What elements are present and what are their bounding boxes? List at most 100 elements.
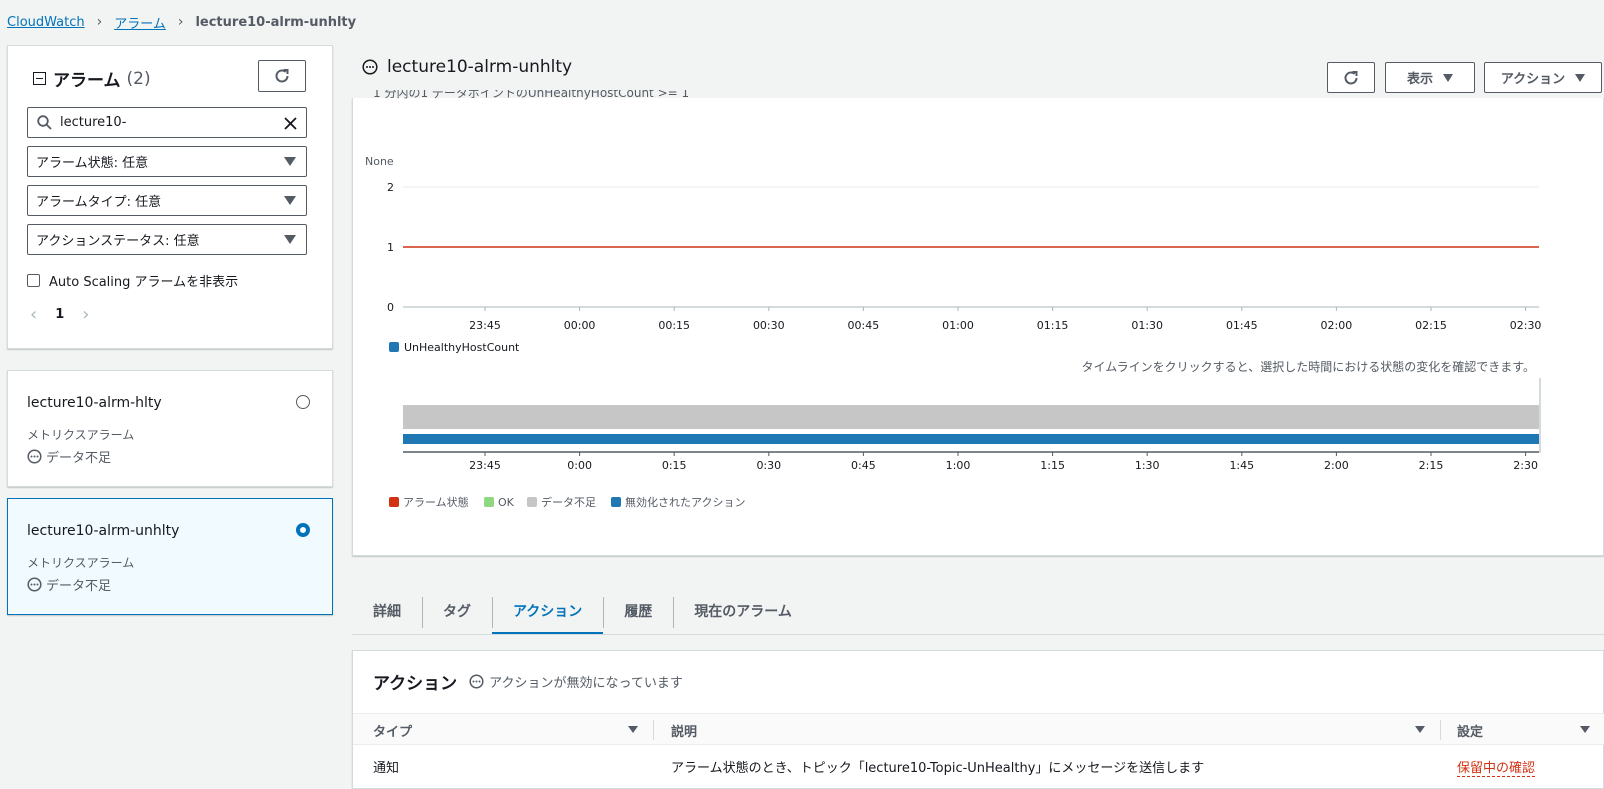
column-header-description[interactable]: 説明: [671, 714, 697, 746]
search-input[interactable]: lecture10-: [27, 107, 307, 138]
tab-history[interactable]: 履歴: [603, 588, 673, 634]
tab-actions[interactable]: アクション: [492, 588, 604, 635]
alarm-select-radio[interactable]: [296, 395, 310, 409]
sort-icon[interactable]: [628, 726, 638, 733]
alarm-name: lecture10-alrm-hlty: [27, 395, 162, 411]
insufficient-data-icon: [27, 449, 42, 464]
sort-icon[interactable]: [1415, 726, 1425, 733]
hide-autoscaling-label: Auto Scaling アラームを非表示: [49, 275, 239, 290]
column-header-type[interactable]: タイプ: [373, 714, 412, 746]
timeline-tick-label: 1:45: [1229, 459, 1254, 472]
timeline-tick-label: 0:15: [662, 459, 687, 472]
legend-swatch: [389, 342, 399, 352]
actions-title: アクション: [373, 674, 458, 694]
caret-down-icon: [1443, 73, 1453, 82]
alarm-state-text: データ不足: [46, 579, 112, 594]
current-page[interactable]: 1: [55, 307, 64, 322]
alarm-state: データ不足: [27, 447, 111, 466]
clear-search-icon[interactable]: [283, 116, 298, 131]
alarm-name: lecture10-alrm-unhlty: [27, 523, 180, 539]
alarm-card-unhlty[interactable]: lecture10-alrm-unhlty メトリクスアラーム データ不足: [7, 498, 333, 615]
column-header-config[interactable]: 設定: [1457, 714, 1483, 746]
refresh-detail-button[interactable]: [1327, 62, 1375, 93]
timeline-note: タイムラインをクリックすると、選択した時間における状態の変化を確認できます。: [1082, 359, 1535, 374]
timeline-track-actions-disabled: [403, 434, 1539, 444]
search-value: lecture10-: [60, 115, 127, 130]
timeline-tick-label: 2:30: [1513, 459, 1538, 472]
hide-autoscaling-option: Auto Scaling アラームを非表示: [27, 271, 238, 290]
alarm-list-title-text: アラーム: [53, 71, 121, 91]
alarm-state: データ不足: [27, 575, 111, 594]
state-legend-swatch: [484, 497, 494, 507]
alarm-count: (2): [126, 68, 151, 89]
refresh-icon: [1344, 70, 1358, 84]
alarm-card-hlty[interactable]: lecture10-alrm-hlty メトリクスアラーム データ不足: [7, 370, 333, 487]
actions-status: アクションが無効になっています: [469, 672, 683, 691]
timeline-tick-label: 0:00: [567, 459, 592, 472]
refresh-list-button[interactable]: [258, 60, 306, 92]
alarm-graph-panel: 1 分内の1 データポイントのUnHealthyHostCount >= 1 N…: [352, 90, 1604, 556]
hide-autoscaling-checkbox[interactable]: [27, 274, 40, 287]
metric-chart[interactable]: None 2 1 0 23:45 00:00 00:15 00:30 00:45 01:00 01:…: [353, 98, 1604, 556]
alarm-type-select[interactable]: アラームタイプ: 任意: [27, 185, 307, 216]
alarm-state-text: データ不足: [46, 451, 112, 466]
timeline-tick-label: 1:15: [1040, 459, 1065, 472]
x-tick-label: 01:45: [1226, 319, 1258, 332]
alarm-type: メトリクスアラーム: [27, 428, 135, 442]
y-tick-label: 2: [387, 181, 394, 194]
x-tick-label: 00:00: [564, 319, 596, 332]
table-header: タイプ 説明 設定: [353, 713, 1604, 745]
x-tick-label: 01:30: [1131, 319, 1163, 332]
timeline-tick-label: 0:30: [756, 459, 781, 472]
column-divider: [1440, 720, 1441, 740]
caret-down-icon: [1575, 73, 1586, 82]
view-button[interactable]: 表示: [1385, 62, 1475, 93]
alarm-state-select-value: アラーム状態: 任意: [36, 156, 149, 171]
tab-details[interactable]: 詳細: [352, 588, 422, 634]
timeline-tick-label: 1:30: [1135, 459, 1160, 472]
x-tick-label: 02:30: [1510, 319, 1542, 332]
search-icon: [37, 115, 52, 130]
caret-down-icon: [284, 196, 296, 205]
insufficient-data-icon: [362, 59, 378, 75]
actions-button-label: アクション: [1500, 72, 1566, 87]
refresh-icon: [275, 69, 289, 83]
action-status-select[interactable]: アクションステータス: 任意: [27, 224, 307, 255]
chevron-right-icon: ›: [96, 14, 103, 30]
alarm-state-select[interactable]: アラーム状態: 任意: [27, 146, 307, 177]
actions-dropdown-button[interactable]: アクション: [1484, 62, 1602, 93]
actions-header: アクション アクションが無効になっています: [373, 669, 683, 694]
detail-tabs: 詳細 タグ アクション 履歴 現在のアラーム: [352, 588, 813, 635]
state-legend-label: 無効化されたアクション: [625, 495, 745, 509]
x-tick-label: 01:00: [942, 319, 974, 332]
state-legend-swatch: [389, 497, 399, 507]
insufficient-data-icon: [27, 577, 42, 592]
tab-current-alarms[interactable]: 現在のアラーム: [673, 588, 813, 634]
timeline-tick-label: 0:45: [851, 459, 876, 472]
next-page-icon[interactable]: ›: [82, 304, 89, 325]
x-tick-label: 23:45: [469, 319, 501, 332]
action-row-description: アラーム状態のとき、トピック「lecture10-Topic-UnHealthy…: [671, 761, 1205, 776]
x-tick-label: 00:15: [658, 319, 690, 332]
chevron-right-icon: ›: [177, 14, 184, 30]
breadcrumb-alarms-link[interactable]: アラーム: [114, 13, 166, 32]
state-legend-label: アラーム状態: [403, 495, 469, 509]
action-row-type: 通知: [373, 761, 400, 776]
state-legend-label: OK: [498, 496, 515, 509]
tab-tags[interactable]: タグ: [422, 588, 492, 634]
collapse-icon[interactable]: [33, 72, 46, 85]
state-legend-swatch: [527, 497, 537, 507]
x-tick-label: 00:30: [753, 319, 785, 332]
breadcrumb-cloudwatch-link[interactable]: CloudWatch: [7, 15, 85, 30]
alarm-select-radio[interactable]: [296, 523, 310, 537]
alarm-type-select-value: アラームタイプ: 任意: [36, 195, 162, 210]
pending-confirmation-link[interactable]: 保留中の確認: [1457, 757, 1536, 777]
sort-icon[interactable]: [1580, 726, 1590, 733]
detail-title-text: lecture10-alrm-unhlty: [387, 57, 573, 77]
caret-down-icon: [284, 235, 296, 244]
column-divider: [653, 720, 654, 740]
prev-page-icon[interactable]: ‹: [30, 304, 37, 325]
timeline-tick-label: 23:45: [469, 459, 501, 472]
legend-label: UnHealthyHostCount: [404, 341, 520, 354]
alarm-filter-panel: アラーム (2) lecture10- アラーム状態: 任意 アラームタイプ: …: [7, 45, 333, 349]
